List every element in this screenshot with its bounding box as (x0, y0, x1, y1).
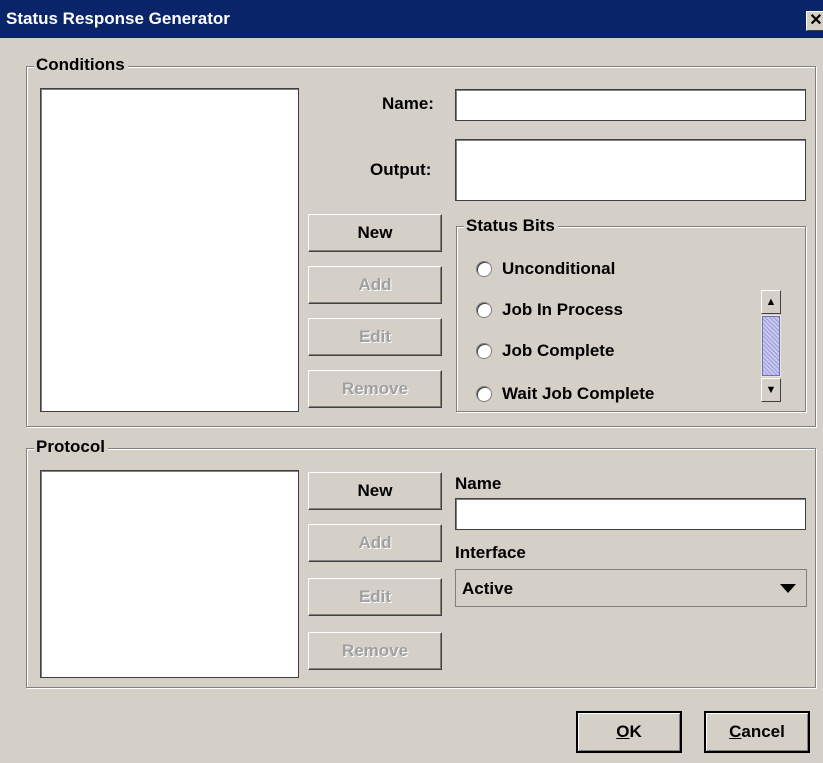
conditions-legend: Conditions (34, 55, 128, 75)
condition-output-label: Output: (370, 160, 432, 179)
conditions-new-button[interactable]: New (308, 214, 442, 252)
interface-selected-value: Active (462, 579, 514, 598)
protocol-edit-button[interactable]: Edit (308, 578, 442, 616)
scroll-up-icon[interactable]: ▲ (761, 290, 781, 314)
status-bits-legend: Status Bits (464, 216, 558, 236)
protocol-new-button[interactable]: New (308, 472, 442, 510)
conditions-edit-button[interactable]: Edit (308, 318, 442, 356)
cancel-label-rest: ancel (741, 722, 785, 741)
protocol-add-button[interactable]: Add (308, 524, 442, 562)
protocol-remove-button[interactable]: Remove (308, 632, 442, 670)
interface-dropdown[interactable]: Active (455, 569, 807, 607)
conditions-add-button[interactable]: Add (308, 266, 442, 304)
status-bit-option[interactable]: Job Complete (476, 336, 614, 366)
conditions-remove-button[interactable]: Remove (308, 370, 442, 408)
conditions-list[interactable] (40, 88, 299, 412)
protocol-name-input[interactable] (455, 498, 806, 530)
cancel-mnemonic: C (729, 722, 742, 741)
window-title: Status Response Generator (6, 9, 230, 28)
ok-mnemonic: O (616, 722, 630, 741)
radio-button-icon[interactable] (476, 386, 492, 402)
ok-label-rest: K (629, 722, 642, 741)
status-bit-option[interactable]: Job In Process (476, 295, 623, 325)
cancel-button[interactable]: Cancel (704, 711, 810, 753)
status-bit-option[interactable]: Wait Job Complete (476, 379, 654, 409)
chevron-down-icon[interactable] (780, 584, 796, 593)
condition-name-label: Name: (382, 94, 434, 113)
scrollbar-thumb[interactable] (762, 316, 780, 376)
status-bit-label: Job In Process (502, 300, 623, 319)
condition-output-input[interactable] (455, 139, 806, 201)
status-bit-option[interactable]: Unconditional (476, 254, 615, 284)
scroll-down-icon[interactable]: ▼ (761, 378, 781, 402)
radio-button-icon[interactable] (476, 302, 492, 318)
title-bar: Status Response Generator ✕ (0, 0, 823, 38)
protocol-legend: Protocol (34, 437, 108, 457)
protocol-interface-label: Interface (455, 543, 526, 562)
protocol-list[interactable] (40, 470, 299, 678)
condition-name-input[interactable] (455, 89, 806, 121)
ok-button[interactable]: OK (576, 711, 682, 753)
status-bit-label: Job Complete (502, 341, 615, 360)
close-icon[interactable]: ✕ (806, 11, 823, 31)
radio-button-icon[interactable] (476, 261, 492, 277)
radio-button-icon[interactable] (476, 343, 492, 359)
status-bit-label: Unconditional (502, 259, 616, 278)
protocol-name-label: Name (455, 474, 502, 493)
status-bit-label: Wait Job Complete (502, 384, 655, 403)
dialog-window: Status Response Generator ✕ Conditions N… (0, 0, 823, 763)
